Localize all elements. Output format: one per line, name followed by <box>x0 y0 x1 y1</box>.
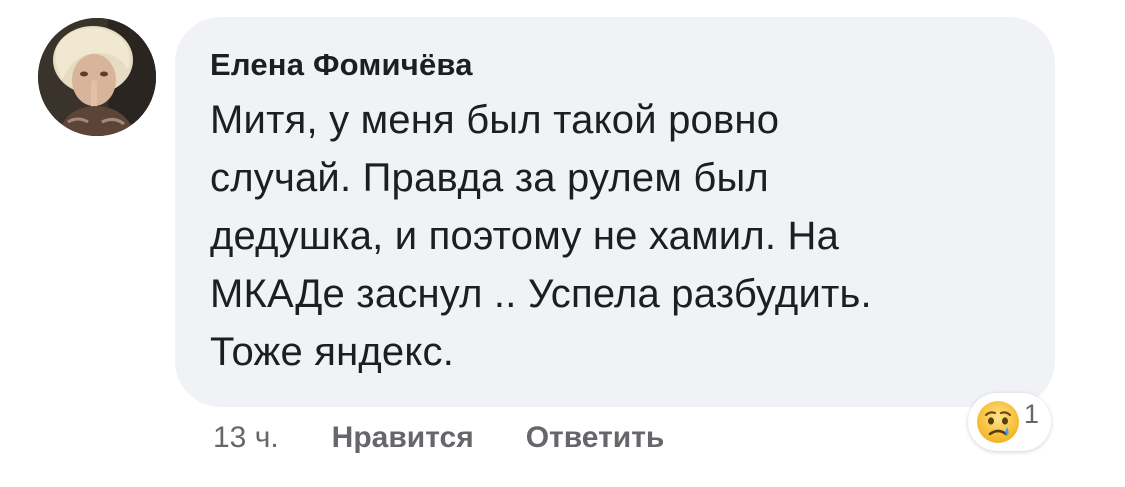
sad-crying-face-icon <box>977 401 1019 443</box>
profile-photo <box>38 18 156 136</box>
like-button[interactable]: Нравится <box>332 421 474 455</box>
comment-bubble: Елена Фомичёва Митя, у меня был такой ро… <box>175 17 1055 407</box>
reaction-count: 1 <box>1024 398 1040 429</box>
avatar[interactable] <box>38 18 156 136</box>
comment-actions-bar: 13 ч. Нравится Ответить <box>213 418 716 458</box>
comment-text: Митя, у меня был такой ровно случай. Пра… <box>210 98 872 374</box>
reply-button[interactable]: Ответить <box>526 421 665 455</box>
reactions-badge[interactable]: 1 <box>968 393 1052 451</box>
comment-timestamp[interactable]: 13 ч. <box>213 421 279 455</box>
comment-author-name[interactable]: Елена Фомичёва <box>210 45 473 85</box>
